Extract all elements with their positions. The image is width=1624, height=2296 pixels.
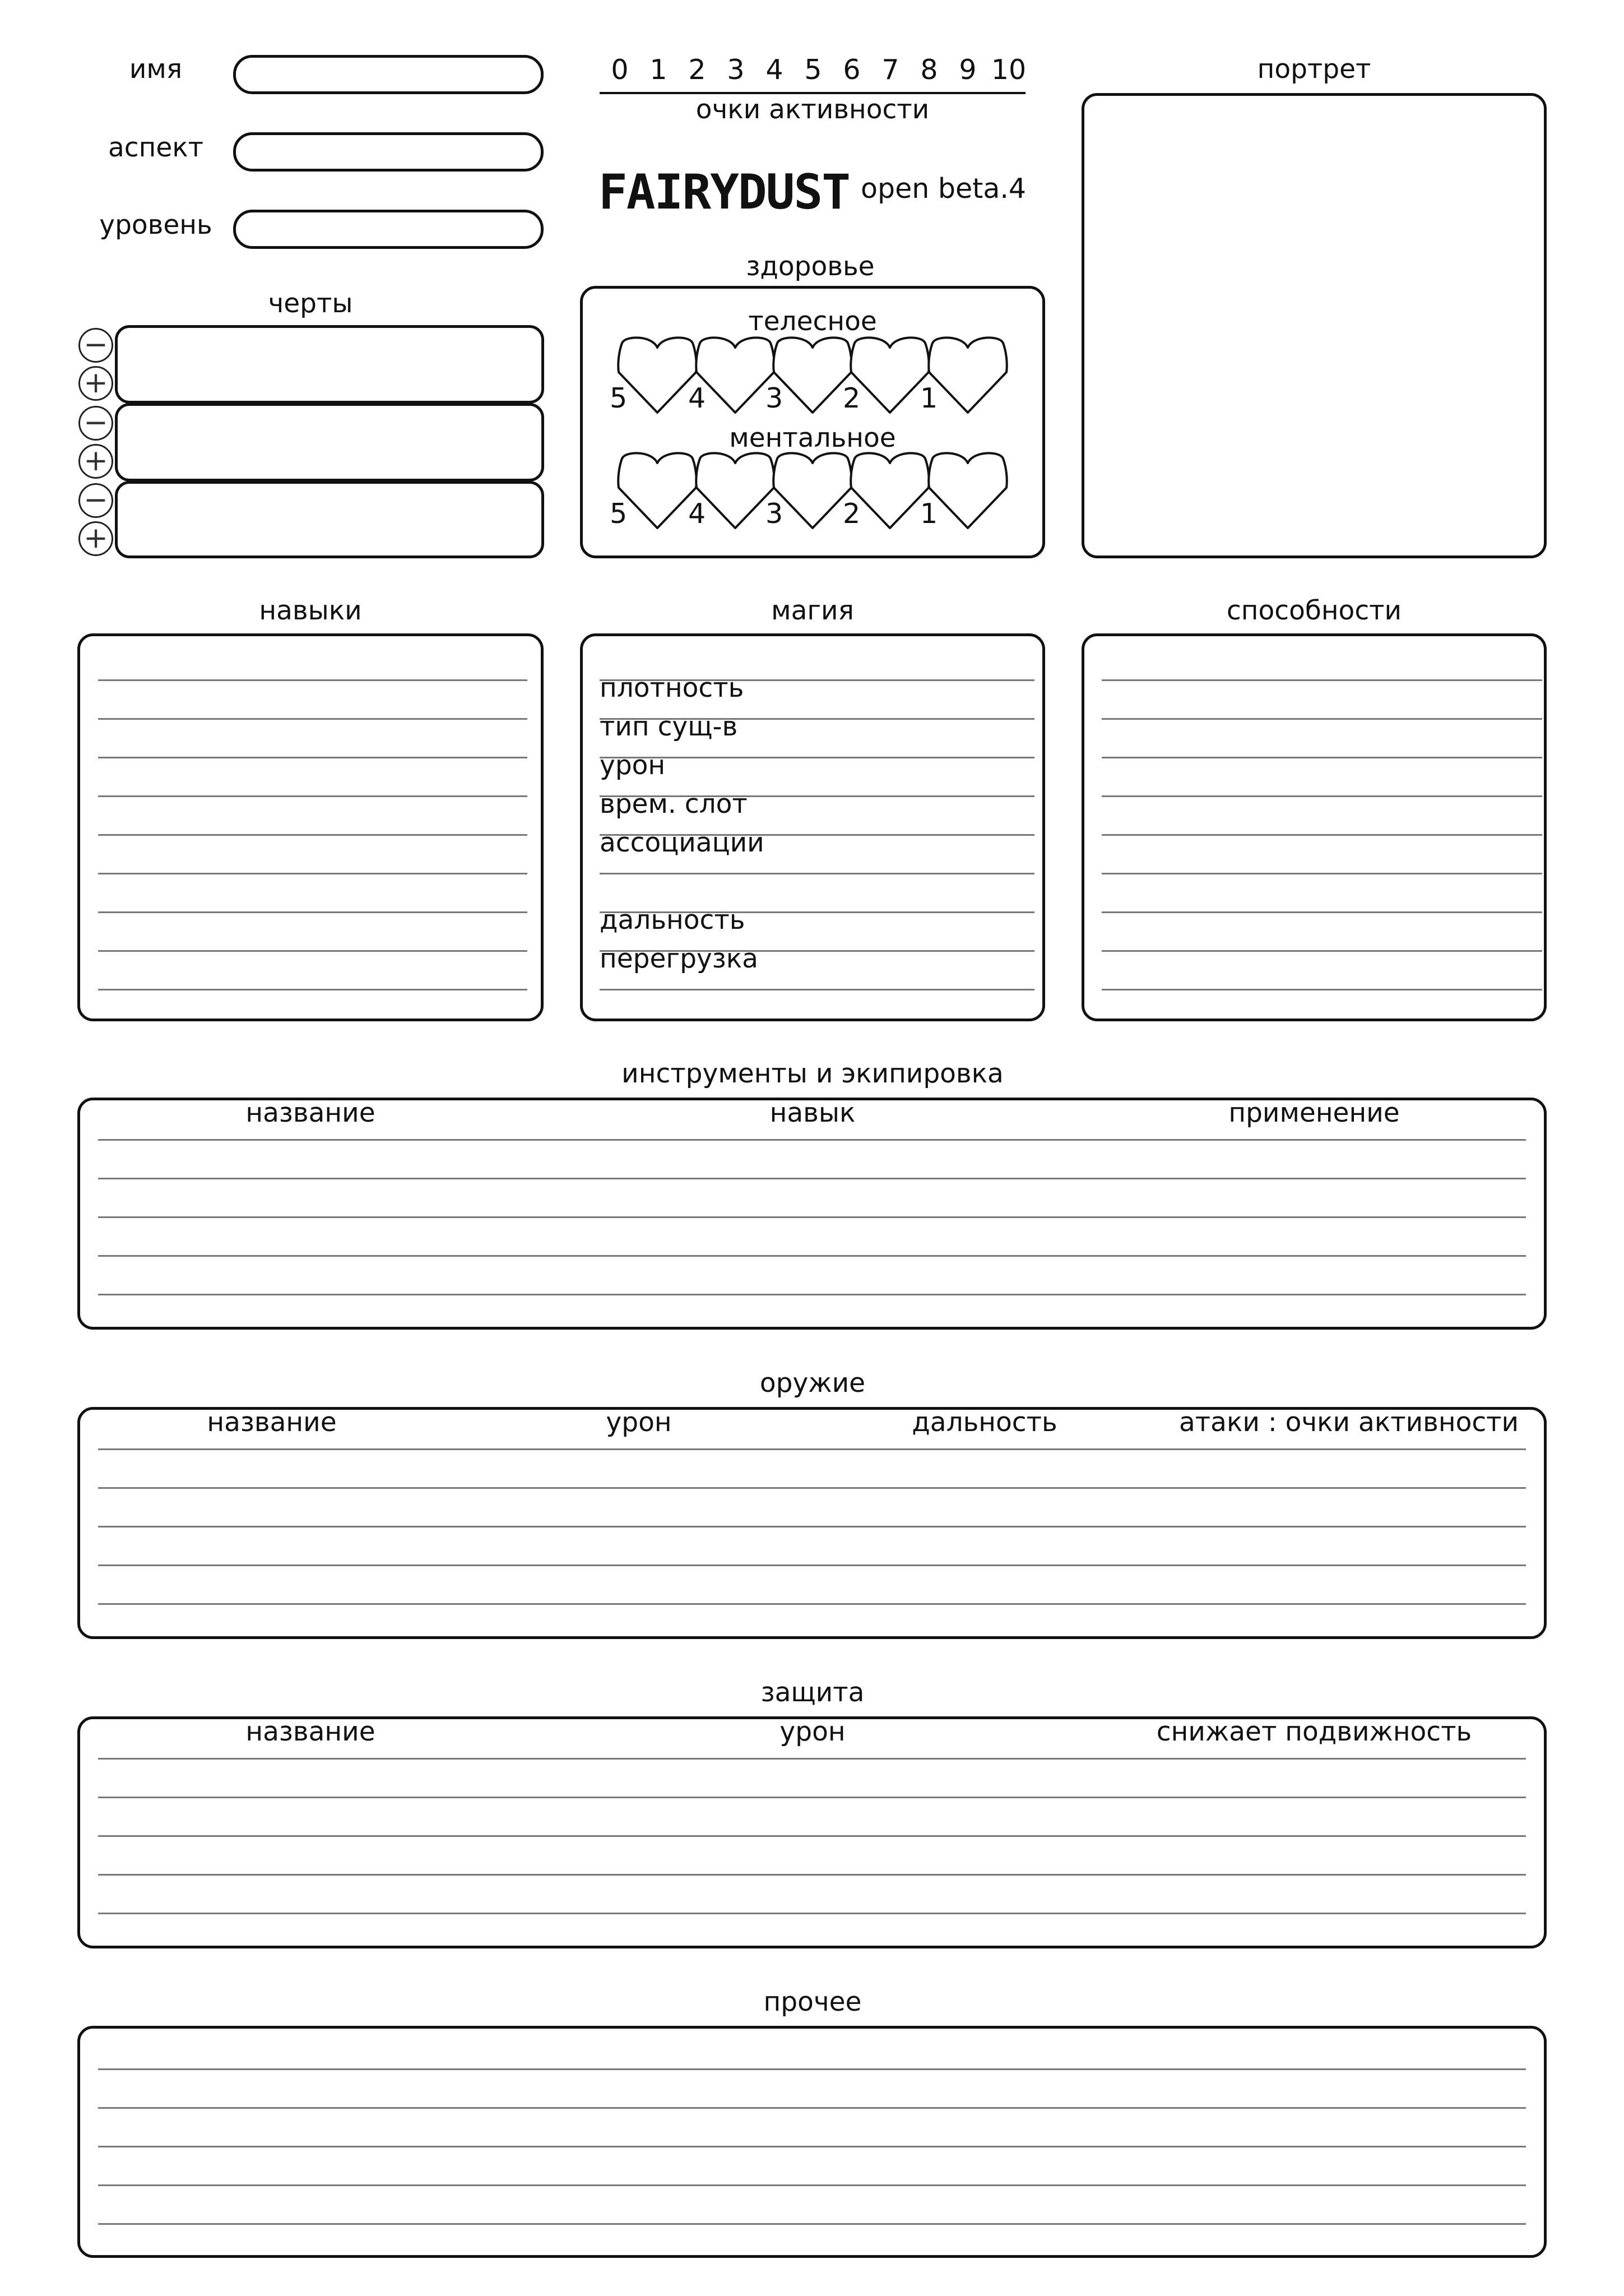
skills-line (98, 989, 527, 990)
physical-num-2: 2 (843, 382, 861, 414)
skills-line (98, 679, 527, 681)
magic-line (600, 911, 1034, 913)
weapons-line (98, 1487, 1526, 1489)
weapons-line (98, 1603, 1526, 1605)
mental-num-5: 5 (610, 498, 628, 530)
defense-line (98, 1874, 1526, 1876)
magic-line (600, 989, 1034, 990)
weapons-line (98, 1564, 1526, 1566)
tools-line (98, 1255, 1526, 1257)
defense-line (98, 1835, 1526, 1837)
skills-line (98, 757, 527, 758)
other-line (98, 2107, 1526, 2109)
abilities-title: способности (1226, 595, 1402, 626)
weapons-col-attacks: атаки : очки активности (1179, 1407, 1519, 1438)
tools-title: инструменты и экипировка (621, 1058, 1004, 1089)
weapons-col-damage: урон (606, 1407, 672, 1438)
weapons-title: оружие (759, 1368, 866, 1399)
tools-line (98, 1139, 1526, 1141)
tools-line (98, 1294, 1526, 1295)
abilities-line (1102, 911, 1542, 913)
abilities-line (1102, 834, 1542, 836)
magic-line (600, 795, 1034, 797)
mental-num-3: 3 (765, 498, 783, 530)
defense-col-mobility: снижает подвижность (1156, 1716, 1472, 1747)
abilities-line (1102, 679, 1542, 681)
magic-title: магия (771, 595, 854, 626)
portrait-frame[interactable] (1082, 93, 1547, 558)
other-line (98, 2184, 1526, 2186)
magic-line (600, 873, 1034, 874)
defense-col-damage: урон (779, 1716, 846, 1747)
physical-heart-icon[interactable] (850, 336, 930, 414)
physical-heart-icon[interactable] (617, 336, 698, 414)
skills-line (98, 911, 527, 913)
tools-col-usage: применение (1228, 1098, 1400, 1128)
abilities-box[interactable] (1082, 633, 1547, 1021)
physical-heart-icon[interactable] (772, 336, 853, 414)
other-line (98, 2223, 1526, 2225)
defense-line (98, 1913, 1526, 1914)
physical-num-4: 4 (688, 382, 706, 414)
physical-num-5: 5 (610, 382, 628, 414)
mental-num-4: 4 (688, 498, 706, 530)
mental-heart-icon[interactable] (772, 452, 853, 529)
weapons-col-name: название (207, 1407, 337, 1438)
abilities-line (1102, 718, 1542, 720)
abilities-line (1102, 757, 1542, 758)
skills-title: навыки (259, 595, 362, 626)
other-line (98, 2146, 1526, 2147)
defense-title: защита (760, 1677, 865, 1708)
weapons-line (98, 1526, 1526, 1527)
mental-heart-icon[interactable] (850, 452, 930, 529)
mental-heart-icon[interactable] (695, 452, 776, 529)
abilities-line (1102, 989, 1542, 990)
abilities-line (1102, 950, 1542, 952)
skills-line (98, 873, 527, 874)
abilities-line (1102, 873, 1542, 874)
weapons-col-range: дальность (912, 1407, 1057, 1438)
skills-line (98, 718, 527, 720)
portrait-title: портрет (1257, 54, 1371, 85)
weapons-line (98, 1448, 1526, 1450)
magic-line (600, 718, 1034, 720)
magic-line (600, 679, 1034, 681)
mental-heart-icon[interactable] (927, 452, 1008, 529)
physical-num-1: 1 (920, 382, 938, 414)
skills-line (98, 834, 527, 836)
defense-col-name: название (245, 1716, 375, 1747)
tools-col-name: название (245, 1098, 375, 1128)
abilities-line (1102, 795, 1542, 797)
physical-heart-icon[interactable] (695, 336, 776, 414)
other-title: прочее (763, 1987, 862, 2017)
skills-line (98, 795, 527, 797)
tools-line (98, 1178, 1526, 1179)
mental-heart-icon[interactable] (617, 452, 698, 529)
magic-line (600, 950, 1034, 952)
defense-line (98, 1758, 1526, 1760)
physical-num-3: 3 (765, 382, 783, 414)
mental-num-1: 1 (920, 498, 938, 530)
defense-line (98, 1797, 1526, 1798)
physical-heart-icon[interactable] (927, 336, 1008, 414)
magic-line (600, 834, 1034, 836)
skills-box[interactable] (77, 633, 544, 1021)
tools-line (98, 1216, 1526, 1218)
mental-num-2: 2 (843, 498, 861, 530)
other-line (98, 2068, 1526, 2070)
skills-line (98, 950, 527, 952)
tools-col-skill: навык (769, 1098, 856, 1128)
magic-line (600, 757, 1034, 758)
